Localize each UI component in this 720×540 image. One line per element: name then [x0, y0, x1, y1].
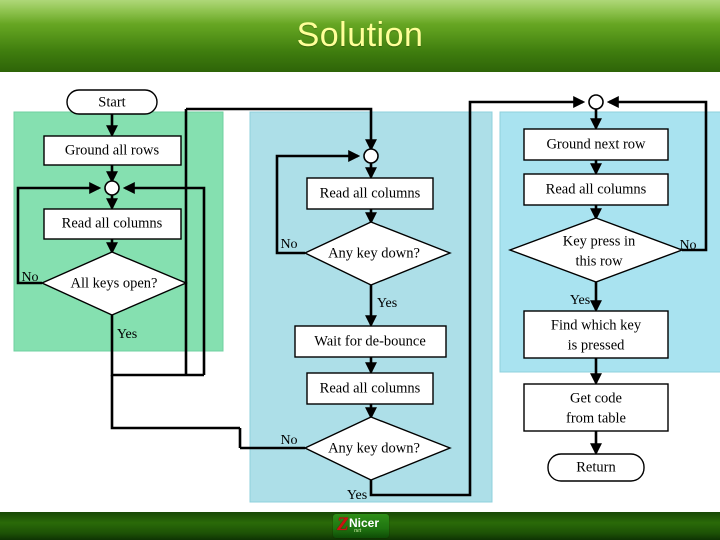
edge-label-all-keys-open-yes: Yes [117, 327, 137, 342]
edge-label-any-key-down-top-yes: Yes [377, 296, 397, 311]
node-read-all-columns-left: Read all columns [43, 208, 182, 240]
node-return: Return [547, 453, 645, 482]
node-read-all-columns-mid-bottom-label: Read all columns [320, 380, 421, 396]
node-any-key-down-top-label: Any key down? [328, 245, 420, 261]
nicer-logo: Z Nicer net [333, 514, 389, 538]
edge-label-all-keys-open-no: No [21, 270, 38, 285]
page-title: Solution [296, 16, 424, 54]
node-read-all-columns-mid-top: Read all columns [306, 177, 434, 210]
edge-label-any-key-down-bottom-no: No [280, 433, 297, 448]
node-ground-all-rows-label: Ground all rows [65, 142, 160, 158]
node-wait-for-debounce-label: Wait for de-bounce [314, 333, 426, 349]
junction-right [588, 94, 604, 110]
node-get-code-from-table: Get code from table [523, 383, 669, 432]
node-start-label: Start [98, 94, 125, 110]
junction-left [104, 180, 120, 196]
node-find-which-key-label-line1: Find which key [551, 317, 642, 333]
slide: Solution Start Ground all rows Read all … [0, 0, 720, 540]
node-key-press-label-line2: this row [575, 253, 623, 269]
node-read-all-columns-mid-top-label: Read all columns [320, 185, 421, 201]
flowchart-diagram: Start Ground all rows Read all columns A… [13, 89, 720, 503]
edge-label-any-key-down-bottom-yes: Yes [347, 488, 367, 503]
node-any-key-down-bottom-label: Any key down? [328, 440, 420, 456]
node-wait-for-debounce: Wait for de-bounce [294, 325, 447, 358]
edge-label-key-press-no: No [679, 238, 696, 253]
node-ground-all-rows: Ground all rows [43, 135, 182, 166]
edge-label-key-press-yes: Yes [570, 293, 590, 308]
node-get-code-label-line1: Get code [570, 390, 622, 406]
node-read-all-columns-left-label: Read all columns [62, 215, 163, 231]
edge-left-to-middle-entry [110, 375, 240, 430]
node-return-label: Return [576, 459, 616, 475]
logo-z-glyph: Z [337, 514, 349, 535]
node-ground-next-row: Ground next row [523, 128, 669, 161]
node-all-keys-open-label: All keys open? [71, 275, 158, 291]
edge-label-any-key-down-top-no: No [280, 237, 297, 252]
junction-middle [363, 148, 379, 164]
logo-subtext: net [354, 528, 362, 534]
node-key-press-label-line1: Key press in [563, 233, 636, 249]
node-get-code-label-line2: from table [566, 410, 626, 426]
node-find-which-key: Find which key is pressed [523, 310, 669, 359]
node-ground-next-row-label: Ground next row [546, 136, 646, 152]
node-read-all-columns-mid-bottom: Read all columns [306, 372, 434, 405]
node-read-all-columns-right-label: Read all columns [546, 181, 647, 197]
node-find-which-key-label-line2: is pressed [568, 337, 626, 353]
node-start: Start [66, 89, 158, 115]
node-read-all-columns-right: Read all columns [523, 173, 669, 206]
